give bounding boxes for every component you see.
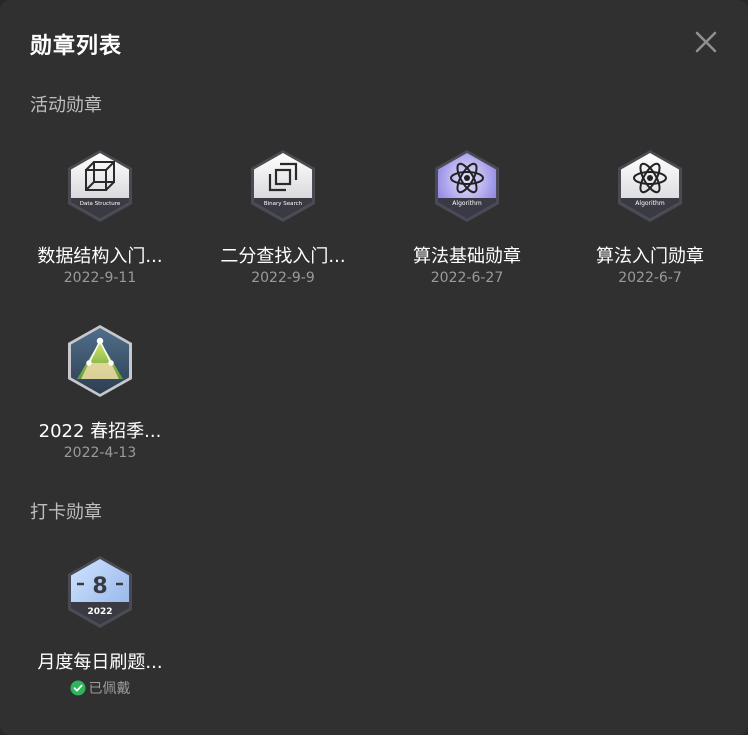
svg-text:Algorithm: Algorithm	[635, 200, 665, 207]
badge-item[interactable]: Binary Search 二分查找入门... 2022-9-9	[193, 148, 373, 318]
worn-status: 已佩戴	[10, 678, 190, 698]
badge-date: 2022-9-9	[251, 270, 315, 286]
algorithm-atom-icon: Algorithm	[615, 148, 685, 224]
badge-item[interactable]: Data Structure 数据结构入门... 2022-9-11	[10, 148, 190, 318]
spring-recruit-mountain-icon	[65, 323, 135, 399]
badge-date: 2022-4-13	[63, 445, 137, 461]
badge-date: 2022-9-11	[63, 270, 137, 286]
worn-status-label: 已佩戴	[88, 681, 131, 697]
badge-list-modal: 勋章列表 活动勋章 Data Structure 数据结构入门... 2022-…	[0, 0, 748, 735]
close-button[interactable]	[692, 28, 720, 56]
badge-name: 月度每日刷题...	[37, 652, 163, 673]
svg-text:Algorithm: Algorithm	[452, 200, 482, 207]
close-icon	[695, 31, 717, 53]
modal-title: 勋章列表	[30, 34, 123, 59]
badge-name: 算法基础勋章	[413, 246, 521, 267]
badge-item[interactable]: Algorithm 算法入门勋章 2022-6-7	[560, 148, 740, 318]
badge-name: 算法入门勋章	[596, 246, 704, 267]
section-title-activity: 活动勋章	[30, 95, 102, 116]
section-title-checkin: 打卡勋章	[30, 502, 102, 523]
badge-name: 数据结构入门...	[37, 246, 163, 267]
badge-name: 二分查找入门...	[220, 246, 346, 267]
svg-text:2022: 2022	[87, 607, 112, 617]
badge-item[interactable]: 2022 春招季... 2022-4-13	[10, 323, 190, 493]
badge-date: 2022-6-7	[618, 270, 682, 286]
algorithm-atom-purple-icon: Algorithm	[432, 148, 502, 224]
data-structure-cube-icon: Data Structure	[65, 148, 135, 224]
svg-text:8: 8	[92, 574, 107, 599]
badge-item[interactable]: 8 2022 月度每日刷题... 已佩戴	[10, 554, 190, 724]
badge-item[interactable]: Algorithm 算法基础勋章 2022-6-27	[377, 148, 557, 318]
binary-search-icon: Binary Search	[248, 148, 318, 224]
badge-name: 2022 春招季...	[38, 421, 162, 442]
badge-date: 2022-6-27	[430, 270, 504, 286]
monthly-8-icon: 8 2022	[65, 554, 135, 630]
svg-text:Binary Search: Binary Search	[264, 201, 303, 207]
check-circle-icon	[70, 680, 85, 696]
svg-text:Data Structure: Data Structure	[80, 201, 121, 207]
